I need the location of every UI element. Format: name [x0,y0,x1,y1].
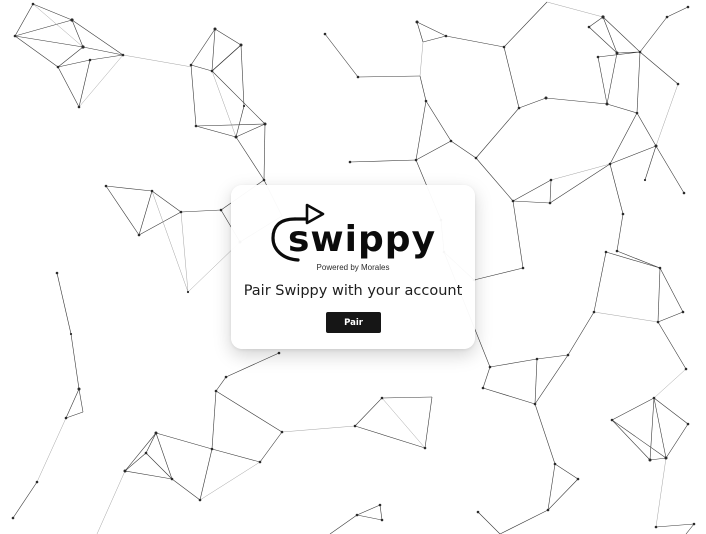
pair-button[interactable]: Pair [326,312,381,333]
swippy-wordmark: swippy [288,219,437,260]
pair-headline: Pair Swippy with your account [243,283,463,299]
swippy-logo: swippy [271,201,441,265]
page-background: swippy Powered by Morales Pair Swippy wi… [0,0,706,534]
powered-by-text: Powered by Morales [316,263,390,272]
pair-card: swippy Powered by Morales Pair Swippy wi… [231,185,475,349]
